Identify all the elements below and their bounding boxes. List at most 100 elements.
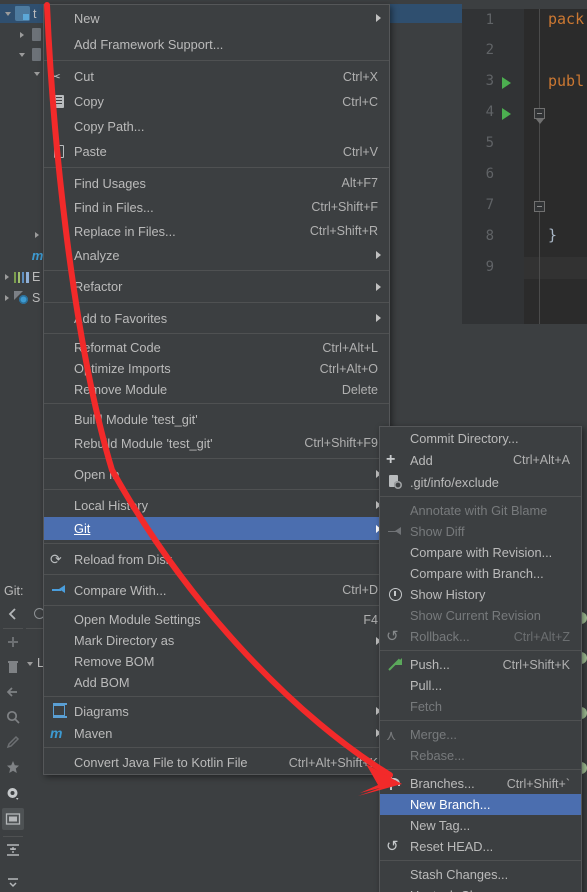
tree-row[interactable]	[0, 225, 44, 244]
menu-item-replace-in-files[interactable]: Replace in Files... Ctrl+Shift+R	[44, 219, 389, 243]
menu-item-push[interactable]: Push... Ctrl+Shift+K	[380, 654, 581, 675]
show-files-icon[interactable]	[5, 811, 21, 827]
menu-item-pull[interactable]: Pull...	[380, 675, 581, 696]
menu-item-copy-path[interactable]: Copy Path...	[44, 114, 389, 139]
menu-item-open-in[interactable]: Open In	[44, 462, 389, 486]
code-editor[interactable]: 1 2 3 4 5 6 7 8 9 pack publ }	[462, 4, 587, 324]
menu-item-shortcut: Ctrl+D	[342, 583, 378, 597]
favorite-star-icon[interactable]	[5, 759, 21, 775]
menu-item-branches[interactable]: Branches... Ctrl+Shift+`	[380, 773, 581, 794]
menu-item-label: Compare With...	[74, 582, 167, 598]
line-number: 1	[485, 12, 494, 28]
tree-row[interactable]	[0, 25, 44, 44]
menu-item-label: .git/info/exclude	[410, 474, 499, 490]
menu-item-git-info-exclude[interactable]: .git/info/exclude	[380, 471, 581, 493]
add-icon[interactable]	[5, 634, 21, 650]
edit-icon[interactable]	[5, 734, 21, 750]
chevron-down-icon[interactable]	[4, 8, 15, 19]
menu-item-local-history[interactable]: Local History	[44, 493, 389, 517]
no-icon	[50, 247, 70, 263]
menu-item-maven[interactable]: m Maven	[44, 722, 389, 744]
menu-item-new[interactable]: New	[44, 5, 389, 31]
menu-item-diagrams[interactable]: Diagrams	[44, 700, 389, 722]
expand-down-icon[interactable]	[5, 874, 21, 890]
menu-item-new-branch[interactable]: New Branch...	[380, 794, 581, 815]
menu-item-label: New Tag...	[410, 818, 471, 833]
project-context-menu[interactable]: New Add Framework Support... ✂ Cut Ctrl+…	[43, 4, 390, 775]
menu-item-analyze[interactable]: Analyze	[44, 243, 389, 267]
chevron-right-icon[interactable]	[18, 29, 29, 40]
git-submenu[interactable]: Commit Directory... + Add Ctrl+Alt+A .gi…	[379, 426, 582, 892]
no-icon	[50, 497, 70, 513]
menu-item-label: Show Diff	[410, 524, 465, 539]
no-icon	[386, 818, 406, 834]
menu-item-new-tag[interactable]: New Tag...	[380, 815, 581, 836]
menu-item-label: Optimize Imports	[74, 361, 171, 376]
compare-icon[interactable]	[5, 684, 21, 700]
no-icon	[386, 888, 406, 892]
menu-item-compare-with-branch[interactable]: Compare with Branch...	[380, 563, 581, 584]
submenu-arrow-icon	[376, 251, 381, 259]
menu-item-stash-changes[interactable]: Stash Changes...	[380, 864, 581, 885]
menu-item-label: Fetch	[410, 699, 443, 714]
menu-item-reformat-code[interactable]: Reformat Code Ctrl+Alt+L	[44, 337, 389, 358]
menu-item-convert-java-to-kotlin[interactable]: Convert Java File to Kotlin File Ctrl+Al…	[44, 751, 389, 774]
menu-item-git[interactable]: Git	[44, 517, 389, 540]
code-fold-icon[interactable]	[534, 108, 545, 124]
tree-row[interactable]	[0, 45, 44, 64]
menu-item-optimize-imports[interactable]: Optimize Imports Ctrl+Alt+O	[44, 358, 389, 379]
menu-item-open-module-settings[interactable]: Open Module Settings F4	[44, 609, 389, 630]
chevron-right-icon[interactable]	[3, 292, 14, 303]
menu-item-copy[interactable]: Copy Ctrl+C	[44, 89, 389, 114]
menu-item-reload-from-disk[interactable]: ⟳ Reload from Disk	[44, 547, 389, 571]
chevron-down-icon[interactable]	[26, 658, 37, 669]
menu-item-shortcut: Ctrl+X	[342, 69, 378, 84]
menu-item-label: Remove BOM	[74, 654, 155, 669]
menu-separator	[380, 496, 581, 497]
menu-item-compare-with-revision[interactable]: Compare with Revision...	[380, 542, 581, 563]
tree-row[interactable]	[0, 64, 44, 83]
settings-gear-icon[interactable]	[5, 786, 21, 802]
menu-item-add-to-favorites[interactable]: Add to Favorites	[44, 306, 389, 330]
code-fold-icon[interactable]	[534, 201, 545, 212]
menu-item-refactor[interactable]: Refactor	[44, 274, 389, 299]
collapse-all-icon[interactable]	[5, 842, 21, 858]
menu-item-add-bom[interactable]: Add BOM	[44, 672, 389, 693]
menu-item-remove-bom[interactable]: Remove BOM	[44, 651, 389, 672]
menu-item-build-module[interactable]: Build Module 'test_git'	[44, 407, 389, 431]
tree-row[interactable]: S	[0, 288, 40, 307]
menu-item-reset-head[interactable]: ↺ Reset HEAD...	[380, 836, 581, 857]
delete-icon[interactable]	[5, 659, 21, 675]
run-gutter-icon[interactable]	[502, 108, 511, 120]
tree-row[interactable]: E	[0, 267, 40, 286]
run-gutter-icon[interactable]	[502, 77, 511, 89]
menu-item-cut[interactable]: ✂ Cut Ctrl+X	[44, 64, 389, 89]
menu-item-unstash-changes[interactable]: Unstash Changes...	[380, 885, 581, 892]
no-icon	[50, 755, 70, 771]
menu-item-add-framework-support[interactable]: Add Framework Support...	[44, 31, 389, 57]
menu-item-show-history[interactable]: Show History	[380, 584, 581, 605]
menu-item-add[interactable]: + Add Ctrl+Alt+A	[380, 449, 581, 471]
chevron-down-icon[interactable]	[18, 49, 29, 60]
menu-item-paste[interactable]: Paste Ctrl+V	[44, 139, 389, 164]
menu-item-find-usages[interactable]: Find Usages Alt+F7	[44, 171, 389, 195]
back-chevron-icon[interactable]	[5, 606, 21, 622]
menu-item-remove-module[interactable]: Remove Module Delete	[44, 379, 389, 400]
menu-item-label: Rollback...	[410, 629, 470, 644]
file-icon	[32, 28, 41, 41]
git-vertical-toolbar	[0, 602, 26, 892]
menu-separator	[44, 403, 389, 404]
menu-item-label: Stash Changes...	[410, 867, 509, 882]
menu-item-find-in-files[interactable]: Find in Files... Ctrl+Shift+F	[44, 195, 389, 219]
menu-item-compare-with[interactable]: Compare With... Ctrl+D	[44, 578, 389, 602]
menu-item-commit-directory[interactable]: Commit Directory...	[380, 427, 581, 449]
menu-item-mark-directory-as[interactable]: Mark Directory as	[44, 630, 389, 651]
tree-row[interactable]: m	[0, 246, 48, 265]
menu-item-rebuild-module[interactable]: Rebuild Module 'test_git' Ctrl+Shift+F9	[44, 431, 389, 455]
chevron-right-icon[interactable]	[3, 271, 14, 282]
menu-item-label: Maven	[74, 725, 113, 741]
menu-item-shortcut: Delete	[341, 382, 378, 397]
menu-item-rollback: ↺ Rollback... Ctrl+Alt+Z	[380, 626, 581, 647]
search-icon[interactable]	[5, 709, 21, 725]
menu-item-shortcut: F4	[363, 612, 378, 627]
